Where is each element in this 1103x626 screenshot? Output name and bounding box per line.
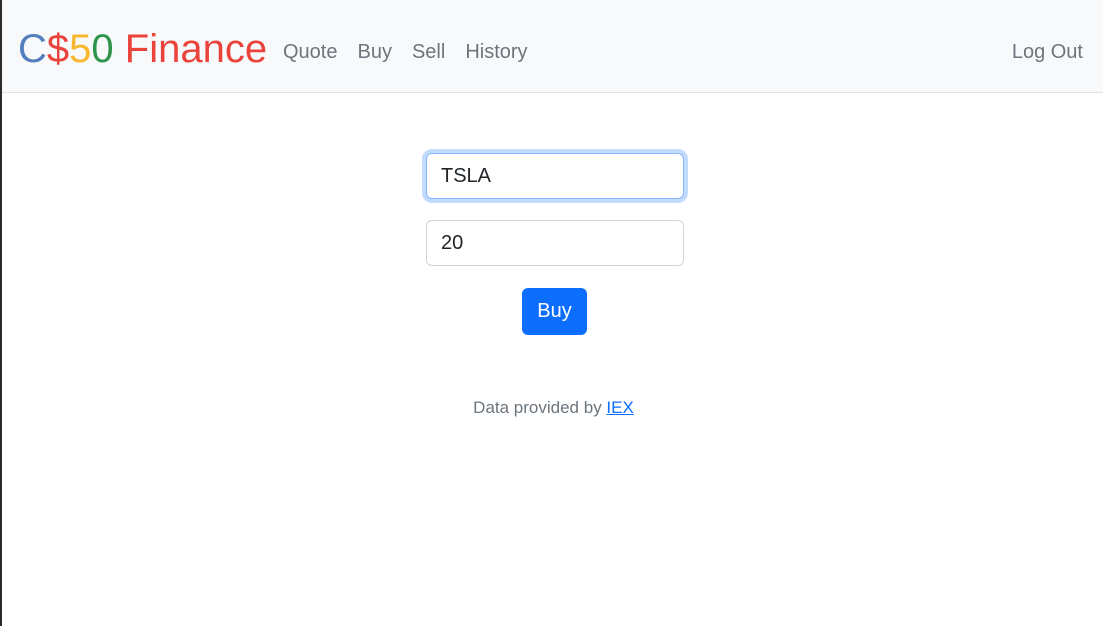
nav-link-sell[interactable]: Sell: [402, 39, 455, 65]
brand-letter-0: 0: [91, 27, 114, 71]
nav-link-buy[interactable]: Buy: [347, 39, 401, 65]
nav-links: Quote Buy Sell History: [283, 39, 538, 65]
footer-text: Data provided by: [473, 398, 607, 417]
buy-form: Buy: [426, 153, 686, 335]
browser-viewport: C$50 Finance Quote Buy Sell History Log …: [0, 0, 1103, 626]
top-navbar: C$50 Finance Quote Buy Sell History Log …: [2, 0, 1103, 93]
iex-link[interactable]: IEX: [606, 398, 633, 417]
brand-word-finance: Finance: [113, 27, 268, 71]
brand-logo[interactable]: C$50 Finance: [18, 25, 267, 73]
brand-letter-dollar: $: [46, 27, 70, 71]
brand-letter-c: C: [18, 27, 47, 71]
nav-link-history[interactable]: History: [455, 39, 537, 65]
footer: Data provided by IEX: [2, 398, 1103, 418]
brand-letter-5: 5: [69, 27, 92, 71]
nav-link-quote[interactable]: Quote: [283, 39, 347, 65]
buy-button[interactable]: Buy: [522, 288, 587, 335]
symbol-input[interactable]: [426, 153, 684, 199]
logout-link[interactable]: Log Out: [1012, 39, 1083, 65]
shares-input[interactable]: [426, 220, 684, 266]
